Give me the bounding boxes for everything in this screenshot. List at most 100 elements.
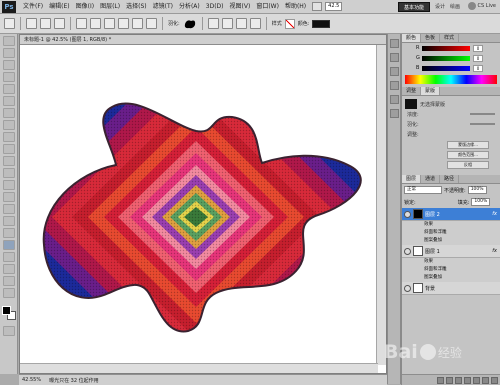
eye-icon[interactable] [404,284,411,292]
density-slider[interactable] [470,113,495,115]
green-value[interactable]: 0 [473,54,483,62]
3d-rotate-tool-icon[interactable] [2,252,15,262]
clone-stamp-tool-icon[interactable] [2,132,15,142]
blur-tool-icon[interactable] [2,180,15,190]
history-panel-icon[interactable] [389,39,399,48]
tab-channels[interactable]: 通道 [421,175,441,183]
custom-shape-tool-icon[interactable] [2,240,15,250]
dodge-tool-icon[interactable] [2,192,15,202]
tool-preset-icon[interactable] [4,18,15,29]
eye-icon[interactable] [404,247,411,255]
combine-shapes-icon[interactable] [207,18,219,29]
no-style-swatch[interactable] [284,18,295,29]
eyedropper-tool-icon[interactable] [2,96,15,106]
lasso-tool-icon[interactable] [2,60,15,70]
blue-value[interactable]: 0 [473,64,483,72]
add-mask-icon[interactable] [455,376,462,384]
shape-color-swatch[interactable] [312,19,331,28]
layer-effect-row[interactable]: 斜面和浮雕 [402,229,500,237]
actions-panel-icon[interactable] [389,53,399,62]
fill-field[interactable]: 100% [471,198,491,206]
zoom-tool-icon[interactable] [2,288,15,298]
tab-layers[interactable]: 图层 [402,175,422,183]
workspace-essentials-button[interactable]: 基本功能 [397,2,430,12]
polygon-icon[interactable] [132,18,143,29]
foreground-background-colors[interactable] [1,306,16,320]
menu-file[interactable]: 文件(F) [20,0,46,14]
vertical-scrollbar[interactable] [376,45,386,365]
color-spectrum-bar[interactable] [405,75,497,84]
menu-select[interactable]: 选择(S) [123,0,150,14]
layer-effect-row[interactable]: 效果 [402,258,500,266]
subtract-shapes-icon[interactable] [221,18,233,29]
healing-brush-tool-icon[interactable] [2,108,15,118]
gradient-tool-icon[interactable] [2,168,15,178]
mask-edge-button[interactable]: 蒙版边缘... [447,141,489,149]
eye-icon[interactable] [404,210,411,218]
rounded-rectangle-icon[interactable] [104,18,115,29]
type-tool-icon[interactable] [2,216,15,226]
menu-filter[interactable]: 滤镜(T) [150,0,176,14]
tab-styles[interactable]: 样式 [440,34,460,42]
color-range-button[interactable]: 颜色范围... [447,151,489,159]
fx-icon[interactable]: fx [492,211,497,217]
cs-live-button[interactable]: CS Live [467,2,496,10]
rectangle-icon[interactable] [90,18,101,29]
trash-icon[interactable] [491,376,498,384]
layer-row[interactable]: 图层 1 fx [402,245,500,258]
fx-icon[interactable]: fx [492,248,497,254]
move-tool-icon[interactable] [2,36,15,46]
menu-3d[interactable]: 3D(D) [203,0,227,14]
horizontal-scrollbar[interactable] [20,363,378,373]
feather-slider[interactable] [470,123,495,125]
menu-view[interactable]: 视图(V) [227,0,254,14]
path-select-tool-icon[interactable] [2,228,15,238]
menu-analysis[interactable]: 分析(A) [176,0,203,14]
new-layer-icon[interactable] [482,376,489,384]
layer-style-icon[interactable] [446,376,453,384]
quick-select-tool-icon[interactable] [2,72,15,82]
red-value[interactable]: 0 [473,44,483,52]
adjustment-layer-icon[interactable] [464,376,471,384]
invert-button[interactable]: 反相 [447,161,489,169]
marquee-tool-icon[interactable] [2,48,15,58]
splat-shape-icon[interactable] [183,18,197,30]
paragraph-panel-icon[interactable] [389,109,399,118]
fill-pixels-icon[interactable] [54,18,65,29]
exclude-shapes-icon[interactable] [249,18,261,29]
layer-effect-row[interactable]: 斜面和浮雕 [402,266,500,274]
tab-adjustments[interactable]: 调整 [402,87,422,95]
tab-swatches[interactable]: 色板 [421,34,441,42]
document-tab[interactable]: 未标题-1 @ 42.5% (图层 1, RGB/8) * [20,35,386,45]
brush-tool-icon[interactable] [2,120,15,130]
shape-layers-icon[interactable] [26,18,37,29]
brushes-panel-icon[interactable] [389,67,399,76]
pen-icon[interactable] [76,18,87,29]
character-panel-icon[interactable] [389,95,399,104]
history-brush-tool-icon[interactable] [2,144,15,154]
menu-help[interactable]: 帮助(H) [282,0,309,14]
clone-source-panel-icon[interactable] [389,81,399,90]
tab-color[interactable]: 颜色 [402,34,422,42]
3d-camera-tool-icon[interactable] [2,264,15,274]
canvas[interactable] [20,45,378,365]
eraser-tool-icon[interactable] [2,156,15,166]
menu-layer[interactable]: 图层(L) [97,0,123,14]
new-group-icon[interactable] [473,376,480,384]
foreground-color-swatch[interactable] [1,306,11,315]
link-layers-icon[interactable] [437,376,444,384]
opacity-field[interactable]: 100% [467,186,487,194]
hand-tool-icon[interactable] [2,276,15,286]
red-slider[interactable] [422,45,470,51]
layer-effect-row[interactable]: 图案叠加 [402,274,500,282]
menu-window[interactable]: 窗口(W) [253,0,282,14]
custom-shape-icon[interactable] [146,18,157,29]
pen-tool-icon[interactable] [2,204,15,214]
quick-mask-icon[interactable] [2,326,15,336]
layer-row[interactable]: 背景 [402,282,500,295]
status-zoom[interactable]: 42.55% [22,377,41,383]
blue-slider[interactable] [422,65,470,71]
menu-image[interactable]: 图像(I) [73,0,97,14]
launch-bridge-button[interactable] [312,2,323,11]
layer-effect-row[interactable]: 图案叠加 [402,237,500,245]
